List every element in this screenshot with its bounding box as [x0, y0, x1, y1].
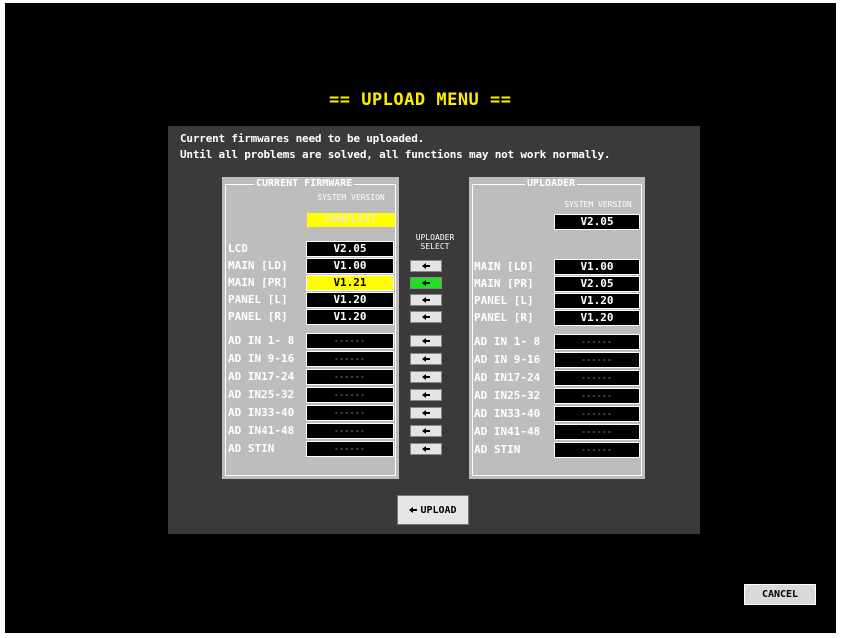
current-firmware-row-value: ------	[306, 387, 394, 403]
current-firmware-row-label: LCD	[228, 242, 248, 255]
left-arrow-icon	[422, 297, 430, 303]
current-firmware-row-label: MAIN [LD]	[228, 259, 288, 272]
left-arrow-icon	[422, 338, 430, 344]
uploader-select-label-line1: UPLOADER	[415, 233, 455, 242]
current-firmware-row-value: V2.05	[306, 241, 394, 257]
uploader-row-label: AD IN33-40	[474, 407, 541, 420]
left-arrow-icon	[409, 507, 418, 513]
system-version-conflict: CONFLICT	[307, 213, 395, 227]
system-version-label: SYSTEM VERSION	[317, 193, 385, 202]
uploader-select-button[interactable]	[410, 311, 442, 323]
current-firmware-row-label: PANEL [L]	[228, 293, 288, 306]
uploader-row-label: PANEL [L]	[474, 294, 534, 307]
current-firmware-row-label: AD IN33-40	[228, 406, 295, 419]
left-arrow-icon	[422, 410, 430, 416]
page-title: == UPLOAD MENU ==	[329, 90, 512, 110]
left-arrow-icon	[422, 374, 430, 380]
uploader-row-value: ------	[554, 424, 640, 440]
uploader-select-button[interactable]	[410, 294, 442, 306]
current-firmware-row-value: ------	[306, 351, 394, 367]
uploader-system-version-label: SYSTEM VERSION	[564, 200, 632, 209]
uploader-select-button[interactable]	[410, 335, 442, 347]
uploader-row-value: V2.05	[554, 276, 640, 292]
uploader-row-value: V1.00	[554, 259, 640, 275]
cancel-button-label: CANCEL	[761, 589, 799, 600]
current-firmware-row-value: ------	[306, 333, 394, 349]
uploader-row-label: AD IN 1- 8	[474, 335, 541, 348]
uploader-select-button[interactable]	[410, 260, 442, 272]
uploader-select-button[interactable]	[410, 371, 442, 383]
current-firmware-row-label: AD STIN	[228, 442, 275, 455]
uploader-row-label: AD IN 9-16	[474, 353, 541, 366]
uploader-select-button[interactable]	[410, 353, 442, 365]
uploader-row-value: ------	[554, 442, 640, 458]
left-arrow-icon	[422, 446, 430, 452]
current-firmware-row-label: AD IN 1- 8	[228, 334, 295, 347]
uploader-system-version-value: V2.05	[554, 214, 640, 230]
current-firmware-row-value: ------	[306, 369, 394, 385]
uploader-select-button[interactable]	[410, 277, 442, 289]
uploader-row-label: AD IN41-48	[474, 425, 541, 438]
left-arrow-icon	[422, 356, 430, 362]
upload-button-label: UPLOAD	[420, 504, 457, 516]
uploader-row-label: PANEL [R]	[474, 311, 534, 324]
current-firmware-row-value: V1.20	[306, 309, 394, 325]
left-arrow-icon	[422, 428, 430, 434]
uploader-row-value: ------	[554, 352, 640, 368]
current-firmware-row-value: V1.20	[306, 292, 394, 308]
uploader-select-button[interactable]	[410, 443, 442, 455]
current-firmware-row-label: AD IN 9-16	[228, 352, 295, 365]
warning-message-line-1: Current firmwares need to be uploaded.	[180, 132, 425, 145]
current-firmware-title: CURRENT FIRMWARE	[254, 178, 355, 190]
upload-button[interactable]: UPLOAD	[397, 495, 469, 525]
left-arrow-icon	[422, 314, 430, 320]
uploader-row-label: AD STIN	[474, 443, 521, 456]
uploader-select-button[interactable]	[410, 425, 442, 437]
left-arrow-icon	[422, 280, 430, 286]
current-firmware-row-value: ------	[306, 423, 394, 439]
uploader-row-value: ------	[554, 370, 640, 386]
uploader-select-button[interactable]	[410, 407, 442, 419]
uploader-row-value: V1.20	[554, 310, 640, 326]
uploader-select-button[interactable]	[410, 389, 442, 401]
warning-message-line-2: Until all problems are solved, all funct…	[180, 148, 611, 161]
cancel-button[interactable]: CANCEL	[744, 584, 816, 605]
current-firmware-row-value: V1.21	[306, 275, 394, 291]
uploader-row-value: ------	[554, 388, 640, 404]
uploader-row-value: ------	[554, 406, 640, 422]
current-firmware-row-label: MAIN [PR]	[228, 276, 288, 289]
uploader-select-label-line2: SELECT	[420, 242, 450, 251]
current-firmware-row-value: ------	[306, 441, 394, 457]
current-firmware-row-label: AD IN41-48	[228, 424, 295, 437]
current-firmware-row-label: AD IN17-24	[228, 370, 295, 383]
current-firmware-row-value: ------	[306, 405, 394, 421]
left-arrow-icon	[422, 263, 430, 269]
current-firmware-row-label: PANEL [R]	[228, 310, 288, 323]
current-firmware-row-label: AD IN25-32	[228, 388, 295, 401]
uploader-row-label: MAIN [PR]	[474, 277, 534, 290]
uploader-row-label: MAIN [LD]	[474, 260, 534, 273]
uploader-row-label: AD IN25-32	[474, 389, 541, 402]
uploader-row-value: ------	[554, 334, 640, 350]
uploader-row-label: AD IN17-24	[474, 371, 541, 384]
uploader-row-value: V1.20	[554, 293, 640, 309]
uploader-title: UPLOADER	[525, 178, 578, 190]
uploader-select-label: UPLOADER SELECT	[405, 233, 465, 251]
left-arrow-icon	[422, 392, 430, 398]
current-firmware-row-value: V1.00	[306, 258, 394, 274]
